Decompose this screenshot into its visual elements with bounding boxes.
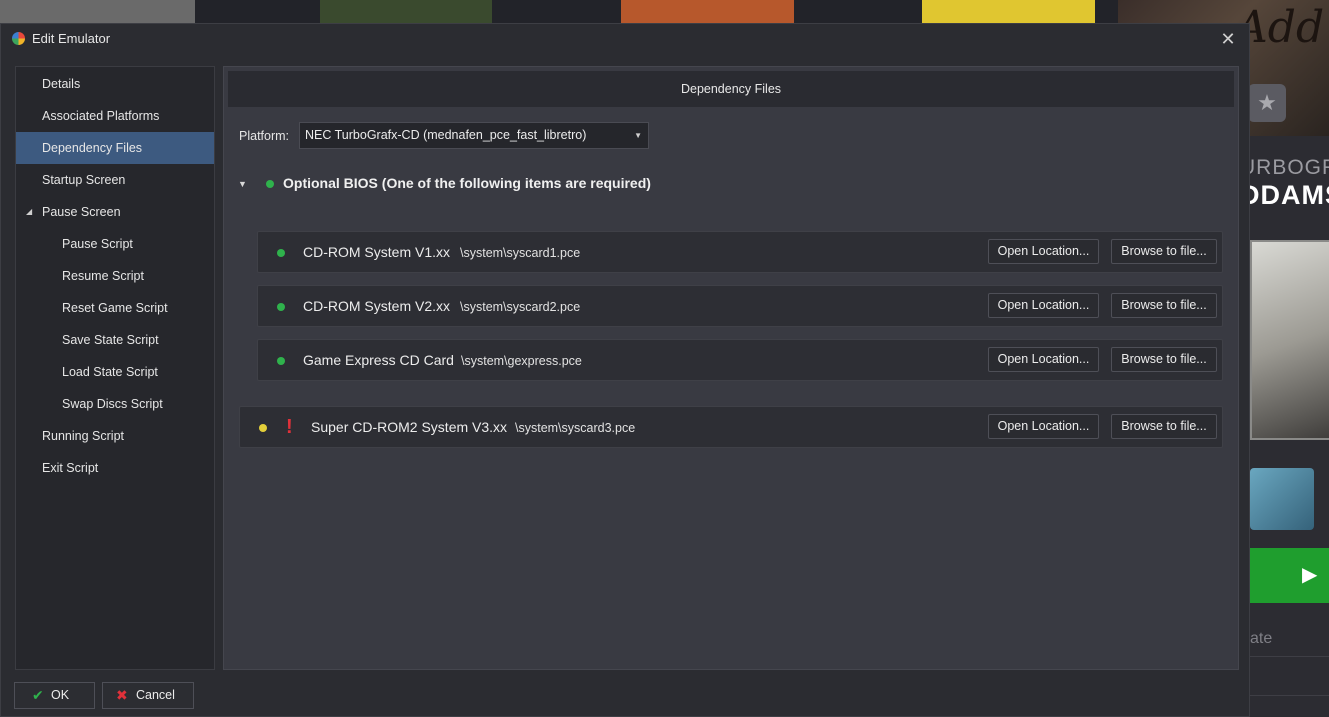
- platform-dropdown-value: NEC TurboGrafx-CD (mednafen_pce_fast_lib…: [305, 128, 587, 142]
- cancel-button[interactable]: ✖ Cancel: [102, 682, 194, 709]
- dependency-path: \system\syscard1.pce: [460, 246, 581, 260]
- play-icon: ▶: [1302, 564, 1318, 586]
- dependency-row: CD-ROM System V2.xx \system\syscard2.pce O…: [257, 285, 1223, 327]
- rate-label: ate: [1250, 630, 1273, 647]
- dependency-row: Game Express CD Card \system\gexpress.pce…: [257, 339, 1223, 381]
- sidebar-item-label: Pause Script: [62, 237, 133, 251]
- ok-button[interactable]: ✔ OK: [14, 682, 95, 709]
- sidebar-item-label: Swap Discs Script: [62, 397, 163, 411]
- cancel-icon: ✖: [116, 687, 128, 703]
- dependency-path: \system\gexpress.pce: [461, 354, 582, 368]
- divider: [1250, 656, 1329, 657]
- platform-name: URBOGRA: [1240, 156, 1329, 179]
- sidebar-item-associated-platforms[interactable]: Associated Platforms: [16, 100, 214, 132]
- dependency-row: ! Super CD-ROM2 System V3.xx \system\sys…: [239, 406, 1223, 448]
- status-dot-icon: [277, 249, 285, 257]
- status-dot-icon: [259, 424, 267, 432]
- chevron-down-icon: ▼: [634, 131, 642, 140]
- game-box-art[interactable]: [1250, 240, 1329, 440]
- platform-dropdown[interactable]: NEC TurboGrafx-CD (mednafen_pce_fast_lib…: [299, 122, 649, 149]
- sidebar-item-exit-script[interactable]: Exit Script: [16, 452, 214, 484]
- sidebar-item-label: Details: [42, 77, 81, 91]
- star-icon[interactable]: ★: [1248, 84, 1286, 122]
- edit-emulator-dialog: Edit Emulator ✕ Details Associated Platfo…: [0, 23, 1250, 717]
- sidebar-item-label: Resume Script: [62, 269, 144, 283]
- sidebar-item-startup-screen[interactable]: Startup Screen: [16, 164, 214, 196]
- dependency-path: \system\syscard3.pce: [515, 421, 636, 435]
- sidebar-item-label: Reset Game Script: [62, 301, 168, 315]
- screen: Add ★ URBOGRA DDAMS ▶ ate Edit Emulator …: [0, 0, 1329, 717]
- sidebar-item-pause-script[interactable]: Pause Script: [16, 228, 214, 260]
- panel-header: Dependency Files: [228, 71, 1234, 107]
- dependency-row: CD-ROM System V1.xx \system\syscard1.pce O…: [257, 231, 1223, 273]
- sidebar-item-label: Dependency Files: [42, 141, 143, 155]
- sidebar-item-label: Load State Script: [62, 365, 158, 379]
- sidebar-item-label: Save State Script: [62, 333, 159, 347]
- dependency-name: Game Express CD Card: [303, 352, 454, 368]
- game-cover[interactable]: [320, 0, 492, 24]
- group-title: Optional BIOS (One of the following item…: [283, 175, 651, 191]
- close-button[interactable]: ✕: [1215, 28, 1241, 52]
- launchbox-icon: [12, 32, 25, 45]
- collapse-arrow-icon[interactable]: ▼: [238, 179, 247, 189]
- game-cover[interactable]: [0, 0, 195, 24]
- checkmark-icon: ✔: [32, 687, 44, 703]
- open-location-button[interactable]: Open Location...: [988, 293, 1099, 318]
- sidebar-nav: Details Associated Platforms Dependency Fi…: [15, 66, 215, 670]
- game-cover[interactable]: [922, 0, 1095, 24]
- browse-to-file-button[interactable]: Browse to file...: [1111, 347, 1217, 372]
- warning-icon: !: [286, 416, 293, 438]
- game-cover[interactable]: [621, 0, 794, 24]
- browse-to-file-button[interactable]: Browse to file...: [1111, 293, 1217, 318]
- game-title: DDAMS: [1240, 180, 1329, 210]
- sidebar-item-pause-screen[interactable]: ◢ Pause Screen: [16, 196, 214, 228]
- browse-to-file-button[interactable]: Browse to file...: [1111, 239, 1217, 264]
- sidebar-item-details[interactable]: Details: [16, 68, 214, 100]
- sidebar-item-label: Pause Screen: [42, 205, 121, 219]
- dependency-files-panel: Dependency Files Platform: NEC TurboGraf…: [223, 66, 1239, 670]
- play-button[interactable]: ▶: [1250, 548, 1329, 603]
- dialog-title: Edit Emulator: [32, 31, 111, 46]
- sidebar-item-label: Associated Platforms: [42, 109, 160, 123]
- cancel-label: Cancel: [136, 688, 175, 702]
- sidebar-item-dependency-files[interactable]: Dependency Files: [16, 132, 214, 164]
- browse-to-file-button[interactable]: Browse to file...: [1111, 414, 1217, 439]
- sidebar-item-swap-discs-script[interactable]: Swap Discs Script: [16, 388, 214, 420]
- divider: [1250, 695, 1329, 696]
- dependency-name: CD-ROM System V2.xx: [303, 298, 451, 314]
- dependency-path: \system\syscard2.pce: [460, 300, 581, 314]
- sidebar-item-running-script[interactable]: Running Script: [16, 420, 214, 452]
- sidebar-item-label: Running Script: [42, 429, 124, 443]
- dependency-name: Super CD-ROM2 System V3.xx: [311, 419, 508, 435]
- status-dot-icon: [277, 303, 285, 311]
- open-location-button[interactable]: Open Location...: [988, 347, 1099, 372]
- platform-label: Platform:: [239, 129, 290, 143]
- game-thumbnail[interactable]: [1250, 468, 1314, 530]
- status-dot-icon: [277, 357, 285, 365]
- ok-label: OK: [51, 688, 70, 702]
- sidebar-item-load-state-script[interactable]: Load State Script: [16, 356, 214, 388]
- sidebar-item-save-state-script[interactable]: Save State Script: [16, 324, 214, 356]
- sidebar-item-resume-script[interactable]: Resume Script: [16, 260, 214, 292]
- dependency-name: CD-ROM System V1.xx: [303, 244, 451, 260]
- open-location-button[interactable]: Open Location...: [988, 414, 1099, 439]
- status-dot-icon: [266, 180, 274, 188]
- sidebar-item-label: Startup Screen: [42, 173, 126, 187]
- open-location-button[interactable]: Open Location...: [988, 239, 1099, 264]
- title-bar[interactable]: Edit Emulator ✕: [1, 24, 1249, 54]
- sidebar-item-label: Exit Script: [42, 461, 99, 475]
- expand-arrow-icon[interactable]: ◢: [26, 196, 32, 228]
- sidebar-item-reset-game-script[interactable]: Reset Game Script: [16, 292, 214, 324]
